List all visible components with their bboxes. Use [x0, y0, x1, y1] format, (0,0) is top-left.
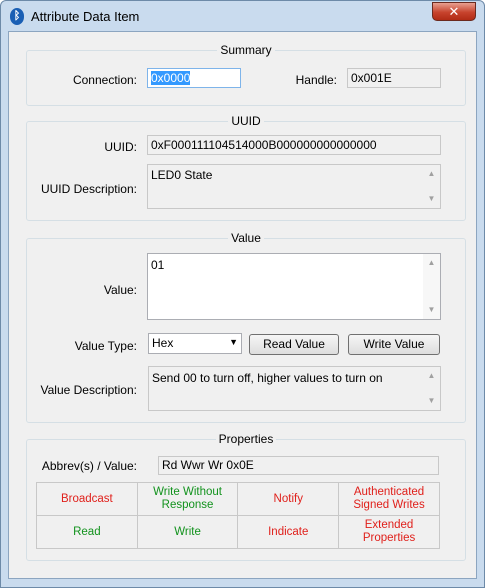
uuid-description-field: LED0 State ▲ ▼ — [147, 164, 441, 209]
value-input-text: 01 — [151, 258, 165, 272]
scroll-up-icon[interactable]: ▲ — [423, 256, 440, 270]
value-scrollbar[interactable]: ▲ ▼ — [423, 254, 440, 319]
close-button[interactable]: ✕ — [432, 2, 476, 21]
value-input[interactable]: 01 ▲ ▼ — [147, 253, 441, 320]
property-notify: Notify — [237, 482, 340, 516]
value-type-label: Value Type: — [74, 339, 137, 353]
value-label: Value: — [103, 283, 137, 297]
value-description-value: Send 00 to turn off, higher values to tu… — [152, 371, 383, 385]
property-authenticated-signed-writes: Authenticated Signed Writes — [338, 482, 440, 516]
value-description-label: Value Description: — [40, 383, 138, 397]
abbrev-field: Rd Wwr Wr 0x0E — [158, 456, 439, 475]
uuid-field: 0xF000111104514000B000000000000000 — [147, 135, 441, 155]
properties-table: Broadcast Write Without Response Notify … — [36, 482, 440, 549]
handle-field: 0x001E — [347, 68, 441, 88]
property-broadcast: Broadcast — [36, 482, 138, 516]
uuid-title: UUID — [228, 114, 264, 128]
scroll-down-icon[interactable]: ▼ — [423, 394, 440, 408]
connection-field[interactable]: 0x0000 — [147, 68, 241, 88]
value-description-scrollbar[interactable]: ▲ ▼ — [423, 367, 440, 410]
property-read: Read — [36, 515, 138, 549]
value-title: Value — [228, 231, 264, 245]
property-write: Write — [136, 515, 239, 549]
chevron-down-icon: ▼ — [229, 337, 238, 347]
handle-label: Handle: — [295, 73, 337, 87]
uuid-description-scrollbar[interactable]: ▲ ▼ — [423, 165, 440, 208]
scroll-down-icon[interactable]: ▼ — [423, 192, 440, 206]
write-value-button[interactable]: Write Value — [348, 334, 440, 355]
uuid-label: UUID: — [104, 140, 137, 154]
scroll-up-icon[interactable]: ▲ — [423, 369, 440, 383]
property-extended-properties: Extended Properties — [338, 515, 440, 549]
property-indicate: Indicate — [237, 515, 340, 549]
properties-title: Properties — [215, 432, 277, 446]
bluetooth-icon: ᛒ — [10, 8, 24, 25]
abbrev-label: Abbrev(s) / Value: — [41, 459, 137, 473]
title-bar[interactable]: ᛒ Attribute Data Item ✕ — [1, 1, 484, 31]
summary-title: Summary — [217, 43, 275, 57]
property-write-without-response: Write Without Response — [136, 482, 239, 516]
connection-label: Connection: — [72, 73, 137, 87]
uuid-description-label: UUID Description: — [40, 182, 137, 196]
connection-value: 0x0000 — [151, 71, 191, 85]
uuid-description-value: LED0 State — [151, 168, 213, 182]
scroll-down-icon[interactable]: ▼ — [423, 303, 440, 317]
scroll-up-icon[interactable]: ▲ — [423, 167, 440, 181]
window-title: Attribute Data Item — [31, 9, 140, 24]
value-description-field: Send 00 to turn off, higher values to tu… — [148, 366, 441, 411]
value-type-selected: Hex — [152, 336, 174, 350]
read-value-button[interactable]: Read Value — [249, 334, 339, 355]
value-type-select[interactable]: Hex ▼ — [148, 333, 242, 354]
